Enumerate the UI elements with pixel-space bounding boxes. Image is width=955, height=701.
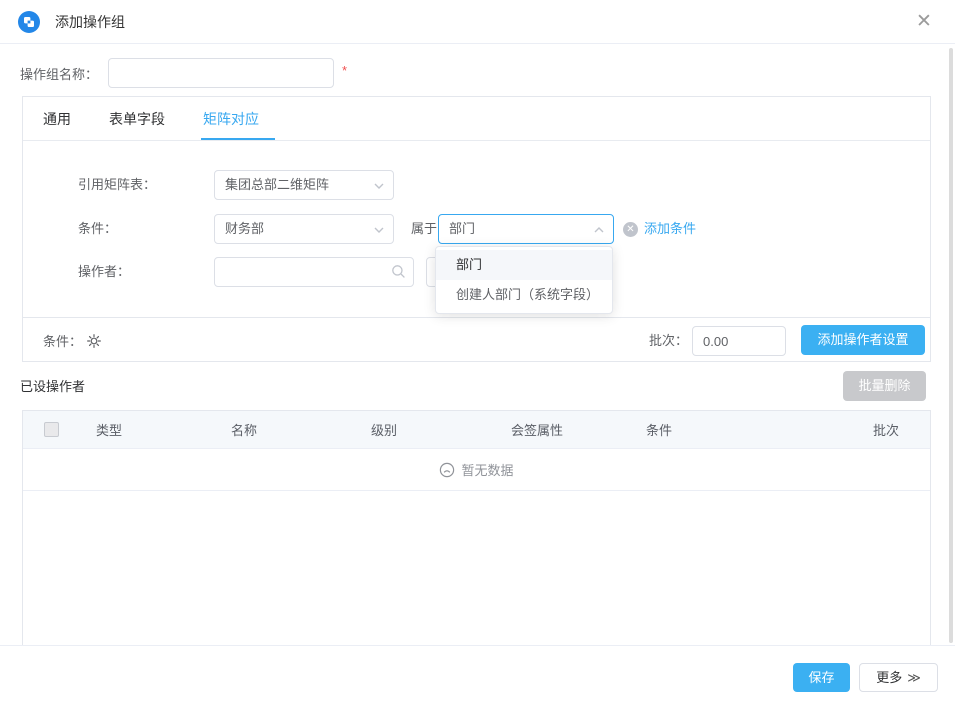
set-operators-title: 已设操作者 xyxy=(20,372,85,402)
col-condition: 条件 xyxy=(629,420,830,439)
belong-select[interactable]: 部门 xyxy=(438,214,614,244)
dropdown-option-creator-department[interactable]: 创建人部门（系统字段） xyxy=(436,280,612,310)
chevron-up-icon xyxy=(594,227,604,233)
belong-value: 部门 xyxy=(449,221,475,236)
matrix-table-select[interactable]: 集团总部二维矩阵 xyxy=(214,170,394,200)
settings-condition-label: 条件： xyxy=(43,331,82,350)
group-name-label: 操作组名称： xyxy=(20,64,108,83)
add-operator-settings-button[interactable]: 添加操作者设置 xyxy=(801,325,925,355)
col-batch: 批次 xyxy=(830,420,930,439)
tab-matrix-mapping[interactable]: 矩阵对应 xyxy=(203,97,259,140)
remove-circle-icon[interactable]: ✕ xyxy=(623,222,638,237)
batch-input[interactable] xyxy=(692,326,786,356)
table-header-row: 类型 名称 级别 会签属性 条件 批次 xyxy=(23,411,930,449)
dialog-header: 添加操作组 ✕ xyxy=(0,0,955,44)
batch-delete-button[interactable]: 批量删除 xyxy=(843,371,926,401)
footer-divider xyxy=(0,645,955,646)
settings-condition: 条件： xyxy=(43,318,102,363)
operator-settings-row: 条件： 批次： 添加操作者设置 xyxy=(23,317,930,362)
empty-state: 暂无数据 xyxy=(23,449,930,491)
more-button-label: 更多 xyxy=(876,670,902,685)
search-icon xyxy=(391,264,406,279)
gear-icon[interactable] xyxy=(86,333,102,349)
matrix-config-panel: 通用 表单字段 矩阵对应 引用矩阵表： 集团总部二维矩阵 条件： 财务部 属于 … xyxy=(22,96,931,362)
condition-value: 财务部 xyxy=(225,221,264,236)
frown-circle-icon xyxy=(439,462,455,478)
belong-label: 属于 xyxy=(411,214,437,244)
col-countersign: 会签属性 xyxy=(494,420,629,439)
col-level: 级别 xyxy=(354,420,494,439)
more-button[interactable]: 更多 ≫ xyxy=(859,663,938,692)
col-name: 名称 xyxy=(214,420,354,439)
matrix-table-label: 引用矩阵表： xyxy=(78,170,156,200)
empty-text: 暂无数据 xyxy=(461,460,513,479)
group-icon xyxy=(18,11,40,33)
chevron-down-icon xyxy=(374,227,384,233)
operator-label: 操作者： xyxy=(78,257,130,287)
batch-label: 批次： xyxy=(649,318,688,363)
dropdown-option-department[interactable]: 部门 xyxy=(436,250,612,280)
tab-bar: 通用 表单字段 矩阵对应 xyxy=(23,97,930,141)
belong-dropdown-panel: 部门 创建人部门（系统字段） xyxy=(435,246,613,314)
condition-select[interactable]: 财务部 xyxy=(214,214,394,244)
scrollbar[interactable] xyxy=(949,48,953,643)
operator-search xyxy=(214,257,414,287)
add-operation-group-dialog: 添加操作组 ✕ 操作组名称： * 通用 表单字段 矩阵对应 引用矩阵表： 集团总… xyxy=(0,0,955,701)
condition-label: 条件： xyxy=(78,214,117,244)
group-name-row: 操作组名称： * xyxy=(20,58,347,88)
save-button[interactable]: 保存 xyxy=(793,663,850,692)
matrix-table-value: 集团总部二维矩阵 xyxy=(225,177,329,192)
add-condition-link[interactable]: 添加条件 xyxy=(644,214,696,244)
operator-search-input[interactable] xyxy=(214,257,414,287)
tab-general[interactable]: 通用 xyxy=(43,97,71,140)
chevron-down-icon xyxy=(374,183,384,189)
tab-form-fields[interactable]: 表单字段 xyxy=(109,97,165,140)
group-name-input[interactable] xyxy=(108,58,334,88)
dialog-title: 添加操作组 xyxy=(55,0,125,44)
col-type: 类型 xyxy=(79,420,214,439)
double-chevron-right-icon: ≫ xyxy=(907,670,921,685)
select-all-checkbox[interactable] xyxy=(44,422,59,437)
close-icon[interactable]: ✕ xyxy=(913,11,935,33)
operators-table: 类型 名称 级别 会签属性 条件 批次 暂无数据 xyxy=(22,410,931,645)
required-asterisk: * xyxy=(342,63,347,78)
